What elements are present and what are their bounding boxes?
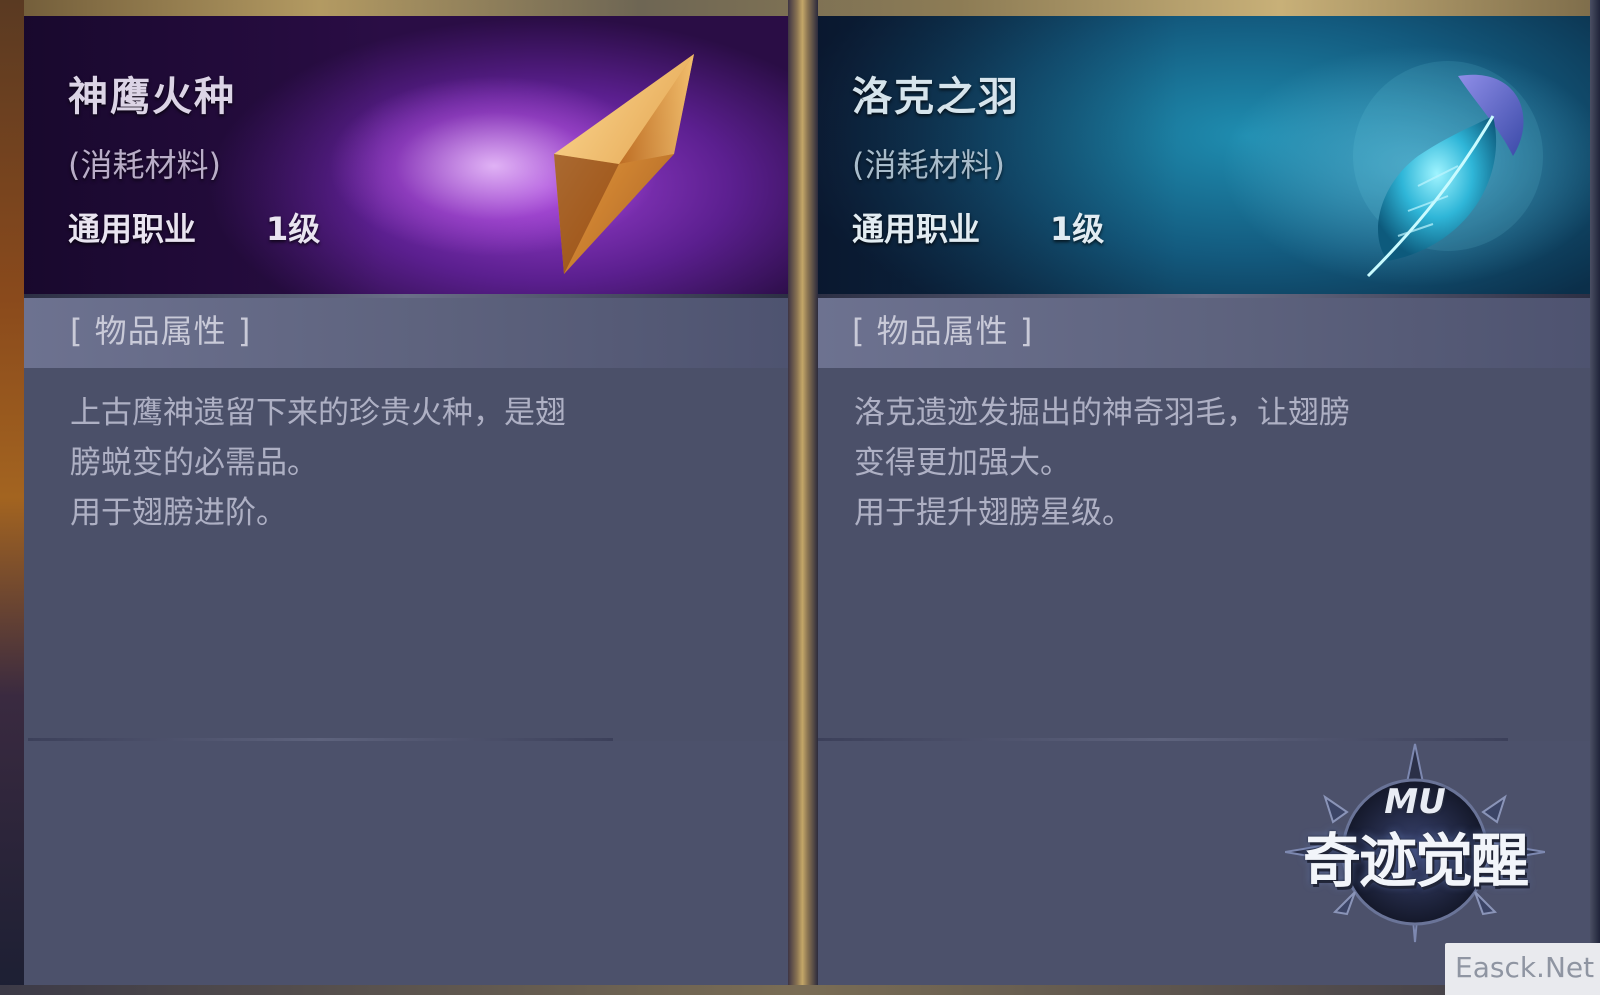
item-name: 神鹰火种: [68, 74, 236, 120]
divider: [28, 738, 613, 741]
cyan-feather-icon: [1353, 61, 1543, 278]
frame-right-border: [1590, 0, 1600, 995]
description-line: 用于提升翅膀星级。: [854, 495, 1133, 531]
divider: [818, 738, 1508, 741]
watermark: Easck.Net: [1445, 943, 1600, 995]
game-logo: MU 奇迹觉醒: [1285, 742, 1545, 947]
lower-panel: [24, 741, 788, 985]
item-description: 洛克遗迹发掘出的神奇羽毛，让翅膀 变得更加强大。 用于提升翅膀星级。: [854, 388, 1484, 538]
item-name: 洛克之羽: [852, 74, 1020, 120]
description-line: 洛克遗迹发掘出的神奇羽毛，让翅膀: [854, 395, 1350, 431]
golden-crystal-icon: [554, 54, 694, 274]
section-title: [ 物品属性 ]: [70, 312, 252, 350]
frame-left-border: [0, 0, 24, 995]
item-level: 1级: [266, 210, 321, 248]
description-line: 上古鹰神遗留下来的珍贵火种，是翅: [70, 395, 566, 431]
item-level: 1级: [1050, 210, 1105, 248]
frame-bottom-border: [0, 985, 1600, 995]
description-line: 膀蜕变的必需品。: [70, 445, 318, 481]
item-type: (消耗材料): [68, 146, 221, 184]
item-type: (消耗材料): [852, 146, 1005, 184]
frame-divider: [788, 0, 818, 995]
description-line: 用于翅膀进阶。: [70, 495, 287, 531]
item-class: 通用职业: [852, 210, 981, 248]
watermark-text: Easck.Net: [1455, 951, 1595, 984]
section-title: [ 物品属性 ]: [852, 312, 1034, 350]
item-description: 上古鹰神遗留下来的珍贵火种，是翅 膀蜕变的必需品。 用于翅膀进阶。: [70, 388, 690, 538]
item-class: 通用职业: [68, 210, 197, 248]
item-tooltip-card: 神鹰火种 (消耗材料) 通用职业 1级 [ 物品属性 ] 上古鹰神遗留下来的珍贵…: [24, 16, 788, 985]
description-line: 变得更加强大。: [854, 445, 1071, 481]
logo-wordmark: 奇迹觉醒: [1302, 827, 1529, 895]
